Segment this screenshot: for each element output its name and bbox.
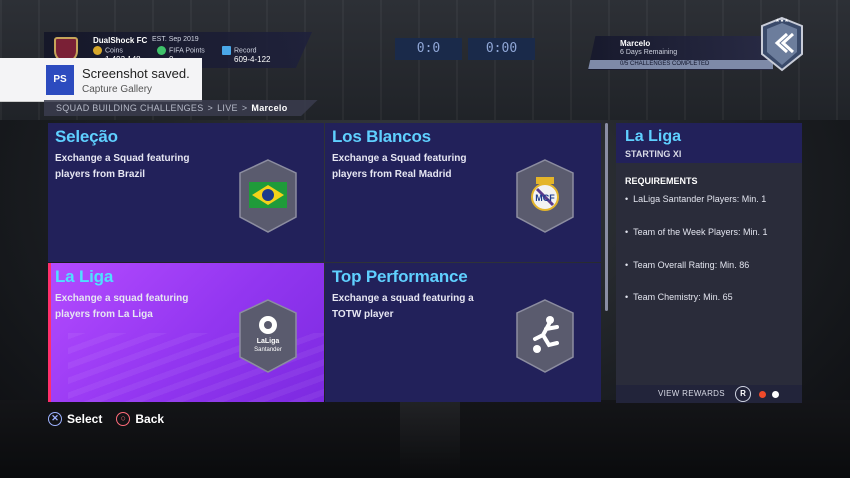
chevron-right-icon: > xyxy=(207,103,214,113)
panel-header: La Liga STARTING XI xyxy=(616,123,802,163)
page-dot-active[interactable] xyxy=(759,391,766,398)
challenge-progress-bar: 0/5 CHALLENGES COMPLETED xyxy=(588,60,773,69)
svg-text:★★★: ★★★ xyxy=(775,18,789,24)
brazil-flag-icon xyxy=(238,159,298,233)
cross-button-icon: ✕ xyxy=(48,412,62,426)
stadium-scoreboard: 0:0 0:00 xyxy=(395,38,535,60)
laliga-logo-icon: LaLiga Santander xyxy=(238,299,298,373)
scoreboard-time: 0:00 xyxy=(468,38,535,60)
sbc-badge-icon: ★★★ xyxy=(760,16,804,72)
time-remaining: 6 Days Remaining xyxy=(620,49,678,56)
challenge-tile-selecao[interactable]: Seleção Exchange a Squad featuring playe… xyxy=(48,123,324,262)
controller-hints: ✕ Select ○ Back xyxy=(48,412,164,426)
club-name: DualShock FC xyxy=(93,36,148,45)
panel-title: La Liga xyxy=(625,128,682,145)
coins-icon xyxy=(93,46,102,55)
toast-subtitle: Capture Gallery xyxy=(82,84,153,95)
chevron-right-icon: > xyxy=(241,103,248,113)
requirement-item: Team Chemistry: Min. 65 xyxy=(625,292,733,302)
tile-title: Los Blancos xyxy=(332,127,431,146)
challenge-detail-panel: La Liga STARTING XI REQUIREMENTS LaLiga … xyxy=(616,123,802,403)
breadcrumb: SQUAD BUILDING CHALLENGES > LIVE > Marcelo xyxy=(44,100,318,116)
footballer-icon xyxy=(515,299,575,373)
club-established: EST. Sep 2019 xyxy=(152,36,199,43)
player-name: Marcelo xyxy=(620,39,651,48)
tile-title: Seleção xyxy=(55,127,118,146)
requirement-item: Team Overall Rating: Min. 86 xyxy=(625,260,749,270)
svg-text:MCF: MCF xyxy=(535,193,555,203)
record-icon xyxy=(222,46,231,55)
tile-title: Top Performance xyxy=(332,267,468,286)
breadcrumb-sbc[interactable]: SQUAD BUILDING CHALLENGES xyxy=(56,103,204,113)
challenge-tile-la-liga[interactable]: La Liga Exchange a squad featuring playe… xyxy=(48,263,324,402)
challenge-tile-top-performance[interactable]: Top Performance Exchange a squad featuri… xyxy=(325,263,601,402)
requirements-heading: REQUIREMENTS xyxy=(625,176,698,186)
screenshot-toast: PS Screenshot saved. Capture Gallery xyxy=(0,58,202,102)
requirement-item: Team of the Week Players: Min. 1 xyxy=(625,227,767,237)
tile-description: Exchange a squad featuring a TOTW player xyxy=(332,293,474,320)
challenge-tile-los-blancos[interactable]: Los Blancos Exchange a Squad featuring p… xyxy=(325,123,601,262)
breadcrumb-live[interactable]: LIVE xyxy=(217,103,238,113)
record-stat: Record 609-4-122 xyxy=(222,46,270,64)
challenge-progress-text: 0/5 CHALLENGES COMPLETED xyxy=(620,61,710,67)
grid-scrollbar[interactable] xyxy=(605,123,608,311)
requirement-item: LaLiga Santander Players: Min. 1 xyxy=(625,194,766,204)
svg-text:LaLiga: LaLiga xyxy=(257,338,280,345)
tile-title: La Liga xyxy=(55,267,114,286)
back-hint[interactable]: ○ Back xyxy=(116,412,164,426)
fifa-points-icon xyxy=(157,46,166,55)
player-challenge-header: Marcelo 6 Days Remaining 0/5 CHALLENGES … xyxy=(588,36,773,70)
toast-title: Screenshot saved. xyxy=(82,66,190,81)
circle-button-icon: ○ xyxy=(116,412,131,426)
tile-description: Exchange a squad featuring players from … xyxy=(55,293,189,320)
scoreboard-score: 0:0 xyxy=(395,38,462,60)
real-madrid-crest-icon: MCF xyxy=(515,159,575,233)
select-label: Select xyxy=(67,412,103,426)
breadcrumb-current: Marcelo xyxy=(251,103,288,113)
panel-footer: VIEW REWARDS R xyxy=(616,385,802,403)
view-rewards-button[interactable]: VIEW REWARDS xyxy=(658,389,725,398)
svg-text:Santander: Santander xyxy=(254,347,282,353)
fifa-points-label: FIFA Points xyxy=(169,47,205,55)
page-dot[interactable] xyxy=(772,391,779,398)
tile-description: Exchange a Squad featuring players from … xyxy=(332,153,467,180)
select-hint[interactable]: ✕ Select xyxy=(48,412,102,426)
record-value: 609-4-122 xyxy=(234,55,271,64)
back-label: Back xyxy=(135,412,165,426)
panel-subtitle: STARTING XI xyxy=(625,149,682,159)
record-label: Record xyxy=(234,47,257,55)
tile-description: Exchange a Squad featuring players from … xyxy=(55,153,190,180)
challenge-grid: Seleção Exchange a Squad featuring playe… xyxy=(48,123,602,403)
coins-label: Coins xyxy=(105,47,123,55)
playstation-icon: PS xyxy=(46,65,74,95)
r-stick-icon: R xyxy=(735,386,751,402)
